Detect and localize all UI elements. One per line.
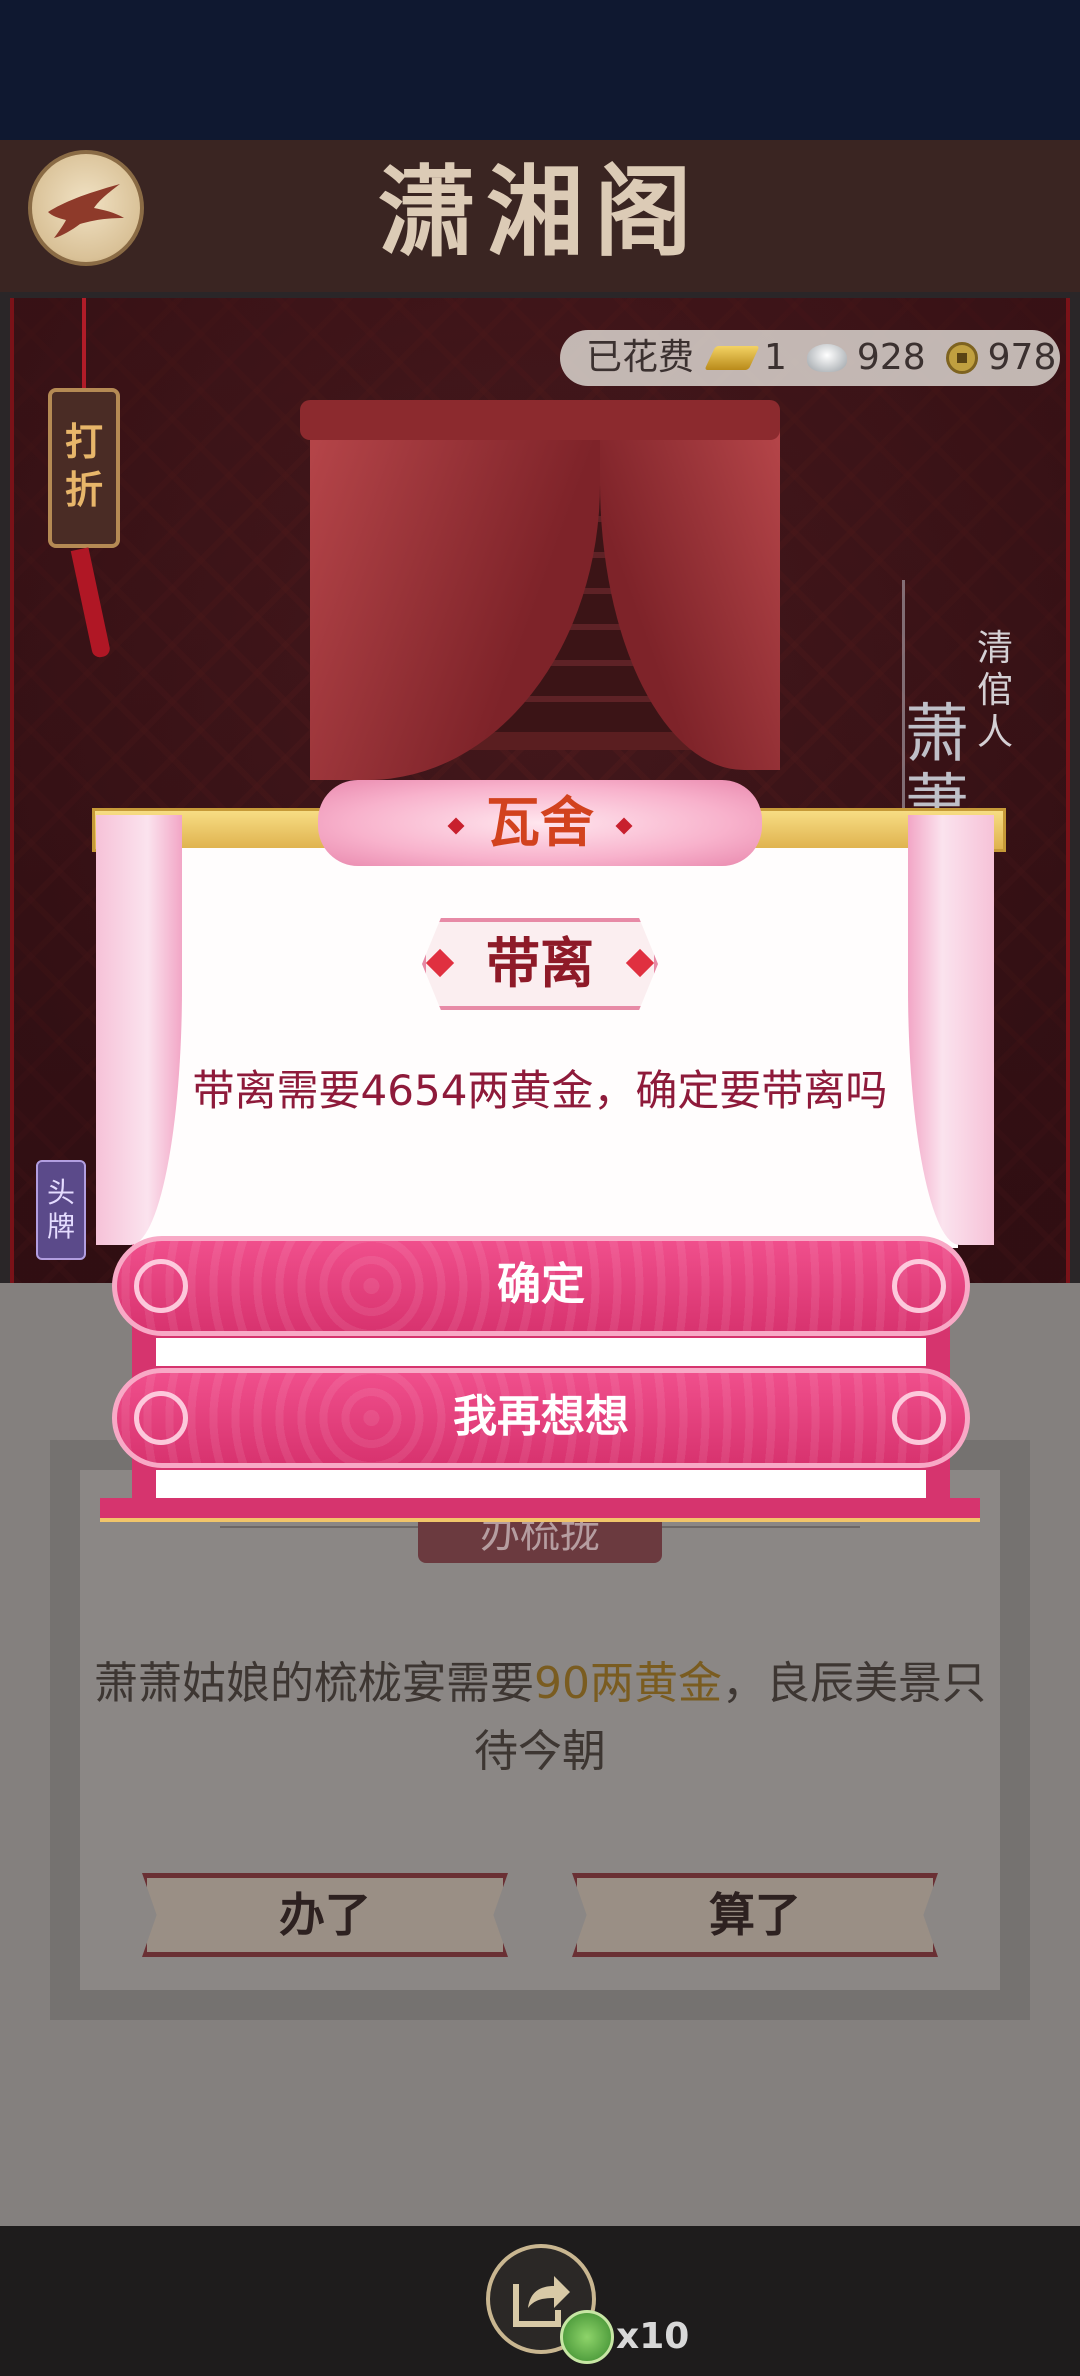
diamond-icon: [615, 817, 633, 835]
modal-title: 瓦舍: [318, 780, 762, 866]
page-title: 潇湘阁: [377, 156, 702, 270]
cloud-ornament-icon: [134, 1391, 188, 1445]
reconsider-button[interactable]: 我再想想: [112, 1368, 970, 1468]
confirm-button[interactable]: 确定: [112, 1236, 970, 1336]
status-bar: [0, 0, 1080, 140]
modal-title-text: 瓦舍: [486, 791, 594, 854]
cloud-ornament-icon: [134, 1259, 188, 1313]
modal-base: [100, 1498, 980, 1522]
modal-heading: 带离: [422, 918, 658, 1010]
cloud-ornament-icon: [892, 1259, 946, 1313]
diamond-icon: [447, 817, 465, 835]
reward-count: x10: [616, 2316, 690, 2357]
modal-message: 带离需要4654两黄金，确定要带离吗: [192, 1066, 888, 1115]
modal-body: [134, 848, 958, 1248]
cloud-ornament-icon: [892, 1391, 946, 1445]
modal-strip: [156, 1470, 926, 1498]
jade-coin-icon: [560, 2310, 614, 2364]
modal-strip: [156, 1338, 926, 1366]
